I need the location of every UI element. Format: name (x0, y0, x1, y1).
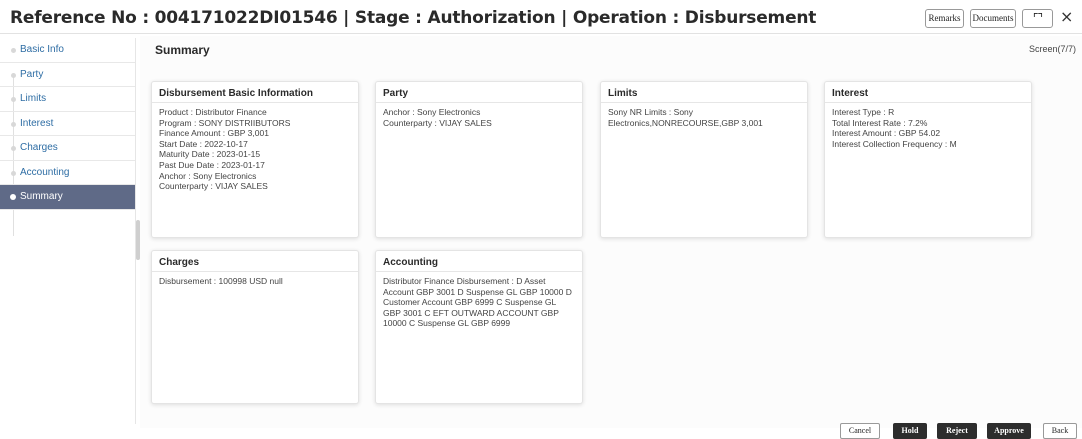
documents-button[interactable]: Documents (970, 9, 1016, 28)
card-line: Interest Type : R (832, 107, 895, 117)
step-dot-icon (11, 48, 16, 53)
step-dot-icon (11, 146, 16, 151)
card-title: Limits (601, 82, 807, 103)
card-title: Party (376, 82, 582, 103)
page-header: Reference No : 004171022DI01546 | Stage … (0, 0, 1082, 34)
card-line: Interest Collection Frequency : M (832, 138, 957, 149)
card-line: Maturity Date : 2023-01-15 (159, 149, 261, 160)
section-title: Summary (155, 43, 210, 57)
card-line: Total Interest Rate : 7.2% (832, 117, 928, 128)
card-line: Counterparty : VIJAY SALES (159, 181, 268, 192)
sidebar-item-label: Limits (20, 93, 47, 104)
sidebar-item-interest[interactable]: Interest (0, 112, 135, 136)
sidebar-item-label: Interest (20, 117, 54, 129)
card-line: Anchor : Sony Electronics (383, 107, 481, 117)
hold-button[interactable]: Hold (893, 423, 927, 439)
reject-button[interactable]: Reject (937, 423, 977, 439)
card-title: Interest (825, 82, 1031, 103)
approve-button[interactable]: Approve (987, 423, 1031, 439)
close-icon[interactable]: × (1060, 7, 1073, 26)
card-line: Program : SONY DISTRIIBUTORS (159, 117, 291, 128)
card-title: Disbursement Basic Information (152, 82, 358, 103)
step-dot-icon (11, 170, 16, 176)
sidebar-item-accounting[interactable]: Accounting (0, 161, 135, 185)
card-title: Accounting (376, 251, 582, 272)
step-dot-icon (11, 72, 16, 78)
card-text: Sony NR Limits : Sony Electronics,NONREC… (608, 107, 763, 128)
expand-icon[interactable]: ⌜⌝ (1022, 9, 1053, 28)
sidebar-item-basic-info[interactable]: Basic Info (0, 38, 135, 63)
sidebar-item-charges[interactable]: Charges (0, 136, 135, 161)
sidebar-item-label: Accounting (20, 166, 70, 178)
card-line: Finance Amount : GBP 3,001 (159, 128, 269, 139)
sidebar-item-limits[interactable]: Limits (0, 87, 135, 112)
step-dot-icon (11, 121, 16, 127)
step-dot-icon (10, 194, 16, 200)
sidebar-item-party[interactable]: Party (0, 63, 135, 87)
sidebar: Basic Info Party Limits Interest Charges… (0, 38, 136, 424)
screen-indicator: Screen(7/7) (1028, 44, 1076, 54)
card-line: Past Due Date : 2023-01-17 (159, 159, 265, 170)
accounting-card[interactable]: Accounting Distributor Finance Disbursem… (375, 250, 583, 404)
card-text: Distributor Finance Disbursement : D Ass… (383, 276, 572, 329)
remarks-button[interactable]: Remarks (925, 9, 964, 28)
card-line: Counterparty : VIJAY SALES (383, 117, 492, 128)
sidebar-item-label: Basic Info (20, 44, 64, 55)
card-line: Interest Amount : GBP 54.02 (832, 128, 941, 139)
sidebar-scrollbar[interactable] (136, 220, 140, 260)
basic-info-card[interactable]: Disbursement Basic Information Product :… (151, 81, 359, 238)
sidebar-item-label: Summary (20, 191, 63, 202)
interest-card[interactable]: Interest Interest Type : R Total Interes… (824, 81, 1032, 238)
step-dot-icon (11, 97, 16, 102)
card-title: Charges (152, 251, 358, 272)
party-card[interactable]: Party Anchor : Sony Electronics Counterp… (375, 81, 583, 238)
sidebar-item-summary[interactable]: Summary (0, 185, 135, 210)
limits-card[interactable]: Limits Sony NR Limits : Sony Electronics… (600, 81, 808, 238)
cancel-button[interactable]: Cancel (840, 423, 880, 439)
card-line: Anchor : Sony Electronics (159, 170, 257, 181)
sidebar-item-label: Party (20, 68, 44, 80)
page-title: Reference No : 004171022DI01546 | Stage … (10, 8, 817, 28)
back-button[interactable]: Back (1043, 423, 1077, 439)
sidebar-item-label: Charges (20, 142, 58, 153)
charges-card[interactable]: Charges Disbursement : 100998 USD null (151, 250, 359, 404)
card-line: Product : Distributor Finance (159, 107, 267, 117)
card-line: Start Date : 2022-10-17 (159, 138, 248, 149)
card-line: Disbursement : 100998 USD null (159, 276, 283, 286)
